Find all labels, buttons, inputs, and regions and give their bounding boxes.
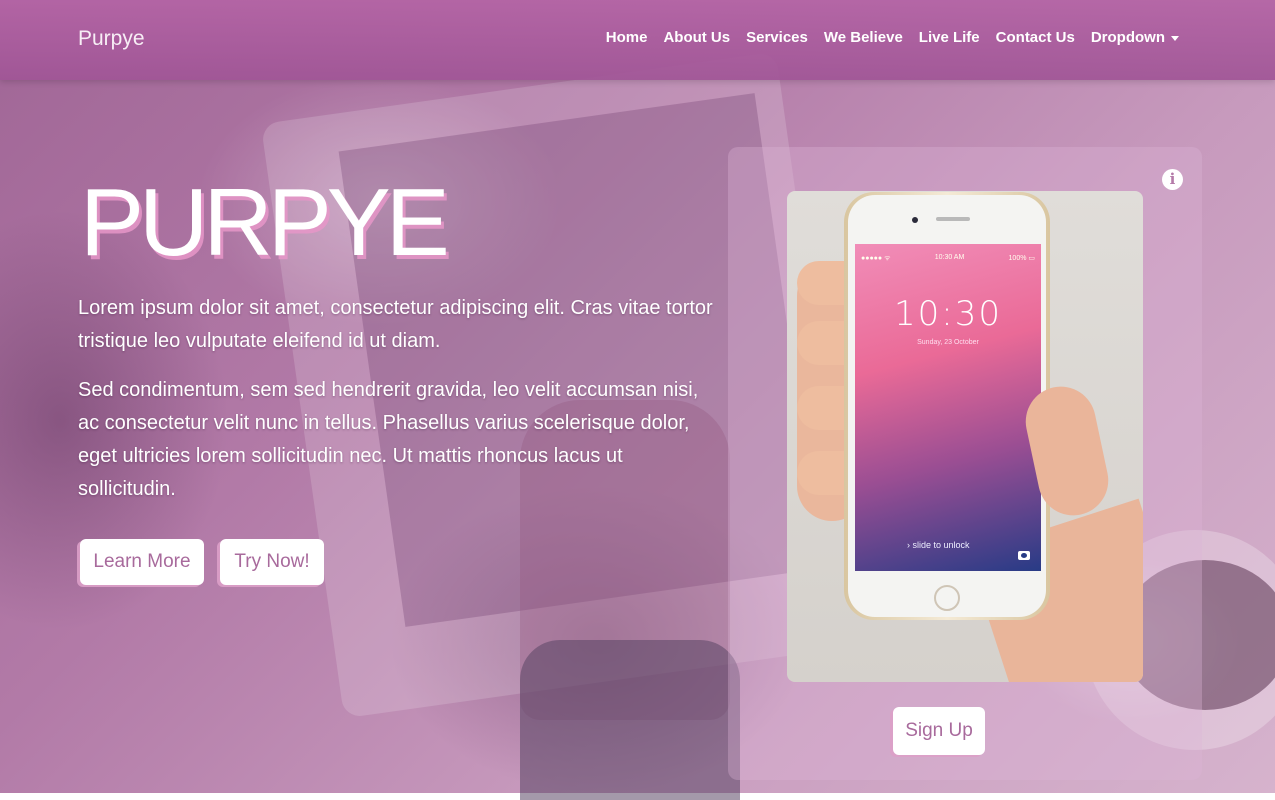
phone-body: ●●●●● ᯤ 10:30 AM 100% ▭ 10:30 Sunday, 23… xyxy=(848,195,1046,617)
speaker-grille xyxy=(936,217,970,221)
phone-lock-screen: ●●●●● ᯤ 10:30 AM 100% ▭ 10:30 Sunday, 23… xyxy=(855,244,1041,571)
caret-down-icon xyxy=(1171,35,1179,41)
phone-image: ●●●●● ᯤ 10:30 AM 100% ▭ 10:30 Sunday, 23… xyxy=(787,191,1143,682)
phone-status-bar: ●●●●● ᯤ 10:30 AM 100% ▭ xyxy=(861,254,1035,263)
nav-item-live-life: Live Life xyxy=(919,29,980,47)
nav-item-dropdown: Dropdown xyxy=(1091,29,1179,47)
front-camera-icon xyxy=(912,217,918,223)
hero-lead-paragraph: Lorem ipsum dolor sit amet, consectetur … xyxy=(78,297,713,352)
nav-menu: Home About Us Services We Believe Live L… xyxy=(606,29,1179,47)
slide-to-unlock-text: › slide to unlock xyxy=(907,540,970,550)
nav-link-contact-us[interactable]: Contact Us xyxy=(996,29,1075,46)
hero-body-paragraph: Sed condimentum, sem sed hendrerit gravi… xyxy=(78,379,699,500)
battery-indicator: 100% ▭ xyxy=(1008,255,1035,262)
nav-link-about-us[interactable]: About Us xyxy=(663,29,730,46)
info-circle-icon[interactable]: i xyxy=(1162,169,1183,190)
nav-item-services: Services xyxy=(746,29,808,47)
nav-item-contact-us: Contact Us xyxy=(996,29,1075,47)
nav-dropdown-label: Dropdown xyxy=(1090,29,1165,46)
hero-title: PURPYE xyxy=(80,169,450,276)
lock-screen-date: Sunday, 23 October xyxy=(917,339,979,346)
status-time: 10:30 AM xyxy=(934,254,965,261)
nav-item-about-us: About Us xyxy=(663,29,730,47)
background-sleeve xyxy=(520,640,740,800)
smartphone: ●●●●● ᯤ 10:30 AM 100% ▭ 10:30 Sunday, 23… xyxy=(844,192,1050,620)
brand-link[interactable]: Purpye xyxy=(78,27,145,51)
nav-item-home: Home xyxy=(606,29,648,47)
camera-icon xyxy=(1018,551,1030,560)
learn-more-button[interactable]: Learn More xyxy=(80,539,204,585)
navbar: Purpye Home About Us Services We Believe… xyxy=(0,0,1275,80)
nav-dropdown-toggle[interactable]: Dropdown xyxy=(1091,29,1179,46)
nav-item-we-believe: We Believe xyxy=(824,29,903,47)
nav-link-services[interactable]: Services xyxy=(746,29,808,46)
lock-screen-clock: 10:30 xyxy=(894,294,1002,334)
sign-up-button[interactable]: Sign Up xyxy=(893,707,985,755)
signal-wifi-indicator: ●●●●● ᯤ xyxy=(861,255,891,262)
nav-link-live-life[interactable]: Live Life xyxy=(919,29,980,46)
nav-link-we-believe[interactable]: We Believe xyxy=(824,29,903,46)
home-button xyxy=(934,585,960,611)
try-now-button[interactable]: Try Now! xyxy=(220,539,324,585)
nav-link-home[interactable]: Home xyxy=(606,29,648,46)
